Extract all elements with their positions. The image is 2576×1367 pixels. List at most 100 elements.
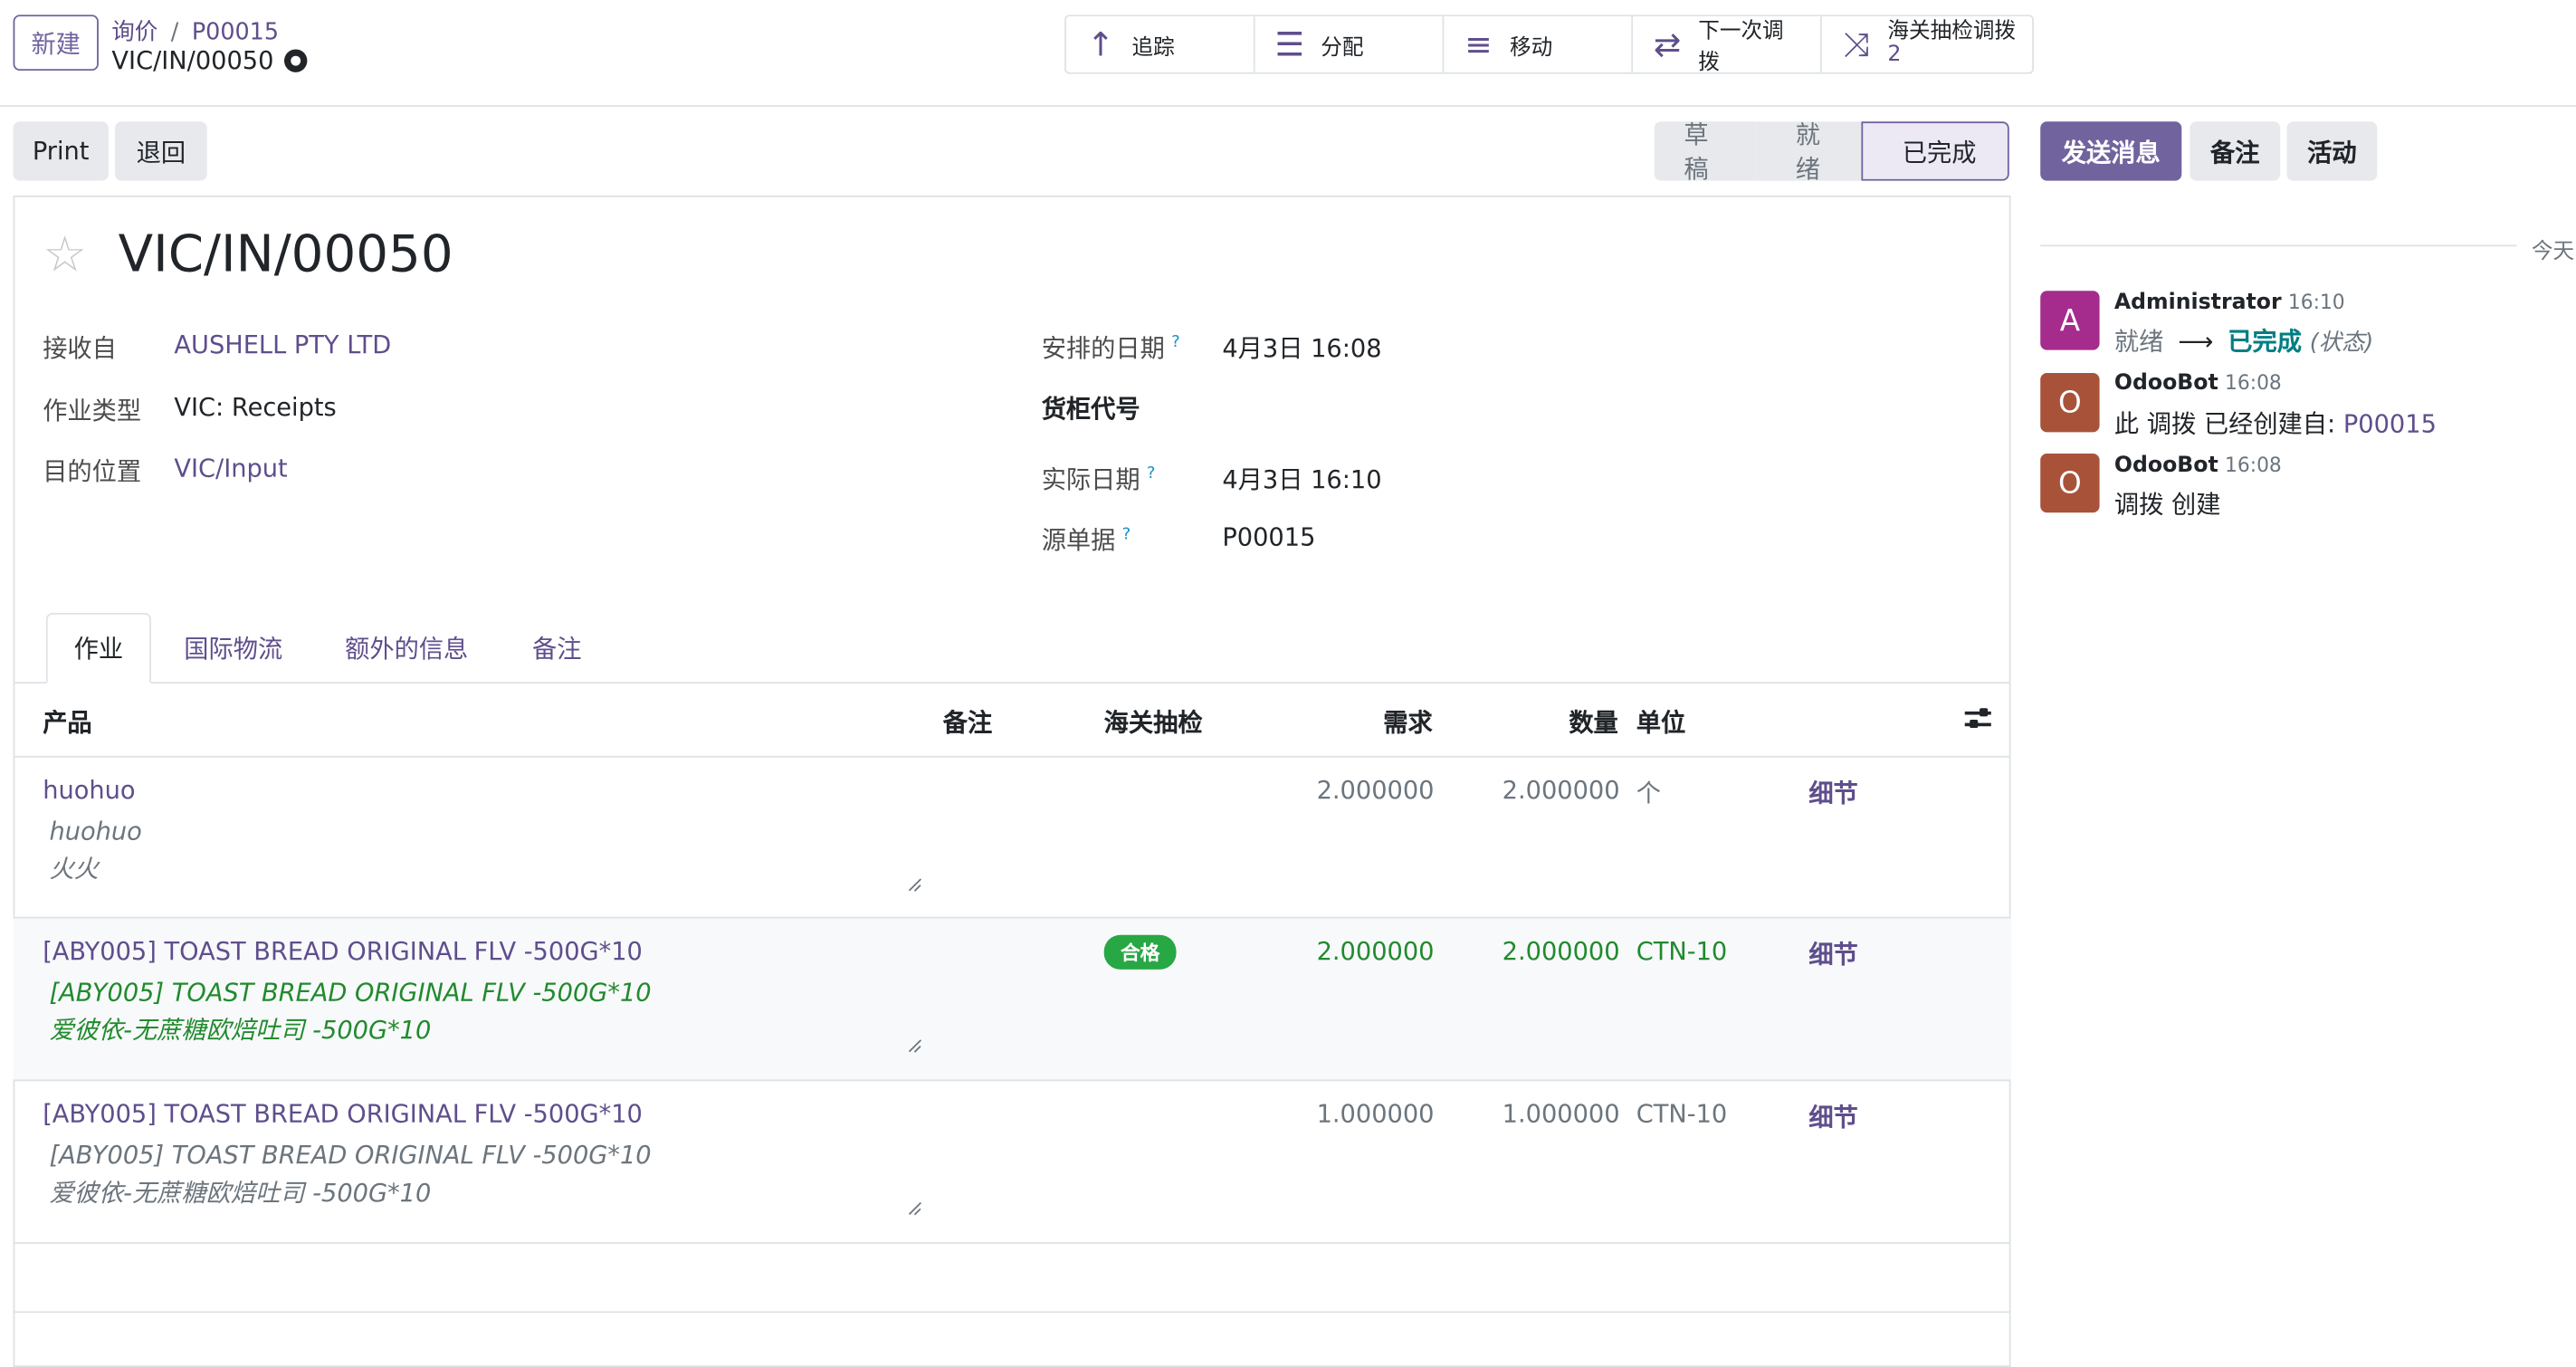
bars-icon: ≡ [1465,24,1493,64]
scheduled-date-label-text: 安排的日期 [1041,333,1165,364]
column-header-customs[interactable]: 海关抽检 [1104,705,1203,740]
avatar[interactable]: A [2040,291,2100,350]
product-name[interactable]: [ABY005] TOAST BREAD ORIGINAL FLV -500G*… [43,1099,643,1129]
table-empty-row[interactable] [13,1244,2011,1314]
send-message-button[interactable]: 发送消息 [2040,121,2182,181]
field-label-scheduled-date: 安排的日期? [1042,330,1180,365]
activities-button[interactable]: 活动 [2286,121,2378,181]
column-header-note[interactable]: 备注 [943,705,992,740]
customs-transfer-button[interactable]: ⤨ 海关抽检调拨 2 [1821,16,2033,72]
demand-value: 2.000000 [1316,775,1435,806]
product-description: [ABY005] TOAST BREAD ORIGINAL FLV -500G*… [49,1137,651,1212]
moves-button[interactable]: ≡ 移动 [1444,16,1634,72]
notebook-tabs: 作业 国际物流 额外的信息 备注 [13,612,2011,684]
details-button[interactable]: 细节 [1808,776,1857,810]
breadcrumb-separator: / [170,19,179,46]
message-author[interactable]: OdooBot 16:08 [2114,371,2282,396]
help-icon[interactable]: ? [1171,333,1180,351]
date-separator-line [2040,244,2517,247]
log-note-button[interactable]: 备注 [2190,121,2281,181]
message-author[interactable]: OdooBot 16:08 [2114,454,2282,478]
moves-label: 移动 [1509,35,1553,61]
product-description: [ABY005] TOAST BREAD ORIGINAL FLV -500G*… [49,974,651,1049]
product-description: huohuo 火火 [49,813,141,888]
uom-value: 个 [1636,779,1661,808]
breadcrumb-item-rfq[interactable]: 询价 [111,20,157,46]
message-body: 此 调拨 已经创建自: P00015 [2114,406,2437,440]
quantity-value: 2.000000 [1502,775,1620,806]
stage-draft[interactable]: 草稿 [1654,119,1757,184]
next-transfer-button[interactable]: ⇄ 下一次调拨 [1633,16,1822,72]
uom-value: CTN-10 [1636,1099,1728,1129]
field-value-partner[interactable]: AUSHELL PTY LTD [174,330,391,360]
details-button[interactable]: 细节 [1808,1099,1857,1133]
message-text: 此 调拨 已经创建自: [2113,408,2336,439]
uom-value: CTN-10 [1636,936,1728,967]
author-name[interactable]: Administrator [2114,291,2282,315]
description-line-2: 火火 [49,854,99,884]
column-header-demand[interactable]: 需求 [1383,705,1432,740]
tab-international-logistics[interactable]: 国际物流 [184,613,282,682]
exchange-icon: ⇄ [1653,24,1682,64]
details-button[interactable]: 细节 [1808,937,1857,971]
author-name[interactable]: OdooBot [2114,371,2218,396]
table-row[interactable]: [ABY005] TOAST BREAD ORIGINAL FLV -500G*… [13,1081,2011,1244]
field-label-effective-date: 实际日期? [1042,462,1156,496]
avatar[interactable]: O [2040,373,2100,433]
field-label-destination: 目的位置 [43,456,142,487]
field-value-operation-type: VIC: Receipts [174,392,337,423]
tab-note[interactable]: 备注 [532,613,581,682]
table-row[interactable]: huohuo huohuo 火火 2.000000 2.000000 个 细节 [13,758,2011,919]
return-button[interactable]: 退回 [115,121,207,181]
new-button[interactable]: 新建 [13,14,99,72]
record-name: VIC/IN/00050 [111,46,307,75]
breadcrumb-item-po[interactable]: P00015 [192,20,279,46]
help-icon[interactable]: ? [1147,465,1156,483]
stage-ready[interactable]: 就绪 [1756,119,1862,184]
table-row[interactable]: [ABY005] TOAST BREAD ORIGINAL FLV -500G*… [13,918,2011,1082]
print-button[interactable]: Print [13,121,109,181]
message-link[interactable]: P00015 [2343,409,2437,439]
stage: 新建 询价 / P00015 VIC/IN/00050 ↑ 追踪 ☰ 分配 ≡ 移动… [0,0,2576,1367]
gear-icon[interactable] [283,49,307,72]
table-header: 产品 备注 海关抽检 需求 数量 单位 [13,684,2011,758]
product-name[interactable]: [ABY005] TOAST BREAD ORIGINAL FLV -500G*… [43,937,643,967]
resize-handle-icon[interactable] [907,1200,923,1216]
tracking-old-value: 就绪 [2113,327,2164,357]
field-label-origin: 源单据? [1042,522,1131,557]
star-icon[interactable]: ☆ [43,227,87,284]
description-line-1: [ABY005] TOAST BREAD ORIGINAL FLV -500G*… [49,977,652,1008]
allocation-label: 分配 [1321,35,1364,61]
message-author[interactable]: Administrator 16:10 [2114,291,2345,315]
date-separator: 今天 [2531,239,2575,265]
message-time: 16:08 [2225,371,2282,395]
column-header-product[interactable]: 产品 [43,705,91,740]
arrow-right-icon: ⟶ [2178,327,2214,357]
field-value-origin: P00015 [1222,522,1316,552]
column-header-quantity[interactable]: 数量 [1569,705,1617,740]
random-icon: ⤨ [1843,24,1870,64]
tab-operations[interactable]: 作业 [45,612,152,684]
resize-handle-icon[interactable] [907,875,923,892]
arrow-up-icon: ↑ [1086,24,1115,64]
list-icon: ☰ [1274,24,1305,64]
column-header-uom[interactable]: 单位 [1636,705,1685,740]
description-line-2: 爱彼依-无蔗糖欧焙吐司 -500G*10 [49,1178,432,1209]
author-name[interactable]: OdooBot [2114,454,2218,478]
column-settings-icon[interactable] [1964,706,1991,729]
field-value-destination[interactable]: VIC/Input [174,454,287,483]
avatar[interactable]: O [2040,453,2100,513]
tab-additional-info[interactable]: 额外的信息 [345,613,468,682]
description-line-2: 爱彼依-无蔗糖欧焙吐司 -500G*10 [49,1015,432,1046]
tracking-new-value: 已完成 [2228,327,2303,357]
breadcrumb: 询价 / P00015 [111,14,279,47]
stage-done[interactable]: 已完成 [1861,121,2009,181]
allocation-button[interactable]: ☰ 分配 [1255,16,1445,72]
traceability-button[interactable]: ↑ 追踪 [1065,16,1255,72]
help-icon[interactable]: ? [1122,526,1131,544]
customs-transfer-text: 海关抽检调拨 2 [1887,21,2016,68]
message-time: 16:08 [2225,453,2282,477]
description-line-1: huohuo [49,817,142,846]
product-name[interactable]: huohuo [43,776,135,806]
resize-handle-icon[interactable] [907,1037,923,1053]
